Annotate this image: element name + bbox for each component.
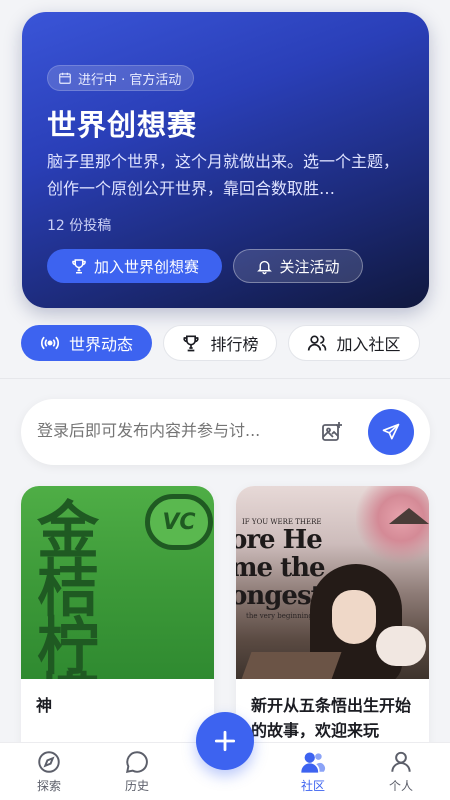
create-button[interactable] — [196, 712, 254, 770]
event-status-badge: 进行中 · 官方活动 — [47, 65, 195, 91]
poster-text: me the — [236, 553, 326, 583]
users-icon — [308, 335, 327, 351]
tab-leaderboard-label: 排行榜 — [210, 335, 259, 354]
event-status-text: 进行中 · 官方活动 — [78, 72, 182, 88]
chat-icon — [126, 751, 148, 773]
join-contest-label: 加入世界创想赛 — [93, 257, 199, 276]
event-hero-card[interactable]: 进行中 · 官方活动 世界创想赛 脑子里那个世界，这个月就做出来。选一个主题，创… — [22, 12, 429, 308]
nav-explore[interactable]: 探索 — [19, 749, 79, 794]
broadcast-icon — [40, 336, 60, 350]
post-title: 神 — [36, 696, 53, 715]
compass-icon — [38, 751, 60, 773]
add-image-icon[interactable] — [320, 420, 344, 444]
post-input[interactable] — [37, 421, 317, 440]
submission-count: 12 份投稿 — [47, 218, 112, 234]
poster-text: ongest — [236, 581, 323, 611]
event-title: 世界创想赛 — [47, 108, 198, 142]
poster-small-text: the very beginning — [246, 612, 313, 620]
tab-world-feed[interactable]: 世界动态 — [21, 325, 152, 361]
character-face — [332, 590, 376, 644]
post-title: 新开从五条悟出生开始的故事，欢迎来玩 — [251, 696, 412, 740]
nav-explore-label: 探索 — [36, 779, 61, 793]
trophy-icon — [72, 259, 86, 274]
event-description: 脑子里那个世界，这个月就做出来。选一个主题，创作一个原创公开世界，靠回合数取胜… — [47, 152, 400, 198]
vc-badge: VC — [145, 494, 213, 550]
nav-community-label: 社区 — [300, 779, 325, 793]
tab-leaderboard[interactable]: 排行榜 — [163, 325, 277, 361]
post-composer — [21, 399, 430, 465]
bell-icon — [257, 260, 273, 274]
tab-join-community-label: 加入社区 — [336, 335, 401, 354]
calendar-icon — [59, 72, 71, 84]
nav-profile[interactable]: 个人 — [371, 749, 431, 794]
poster-text: ore He — [236, 525, 323, 555]
post-image-text: 檬 — [37, 652, 99, 679]
tab-world-feed-label: 世界动态 — [68, 335, 133, 354]
baby-figure — [376, 626, 426, 666]
post-card[interactable]: IF YOU WERE THERE ore He me the ongest t… — [236, 486, 429, 766]
nav-community[interactable]: 社区 — [283, 749, 343, 794]
join-contest-button[interactable]: 加入世界创想赛 — [47, 249, 222, 283]
nav-history[interactable]: 历史 — [107, 749, 167, 794]
tab-join-community[interactable]: 加入社区 — [288, 325, 420, 361]
blossom-shape — [356, 486, 429, 566]
community-page: 进行中 · 官方活动 世界创想赛 脑子里那个世界，这个月就做出来。选一个主题，创… — [0, 0, 450, 800]
follow-event-label: 关注活动 — [279, 257, 340, 276]
post-card[interactable]: 金 桔 柠 檬 VC 神 — [21, 486, 214, 766]
nav-history-label: 历史 — [124, 779, 149, 793]
follow-event-button[interactable]: 关注活动 — [233, 249, 363, 283]
post-image: 金 桔 柠 檬 VC — [21, 486, 214, 679]
go-board — [240, 652, 342, 679]
plus-icon — [214, 730, 236, 752]
section-divider — [0, 378, 450, 379]
person-icon — [391, 751, 411, 772]
send-button[interactable] — [368, 409, 414, 455]
trophy-icon — [183, 335, 200, 352]
nav-profile-label: 个人 — [388, 779, 413, 793]
community-icon — [301, 752, 326, 773]
send-icon — [382, 423, 400, 440]
post-image: IF YOU WERE THERE ore He me the ongest t… — [236, 486, 429, 679]
